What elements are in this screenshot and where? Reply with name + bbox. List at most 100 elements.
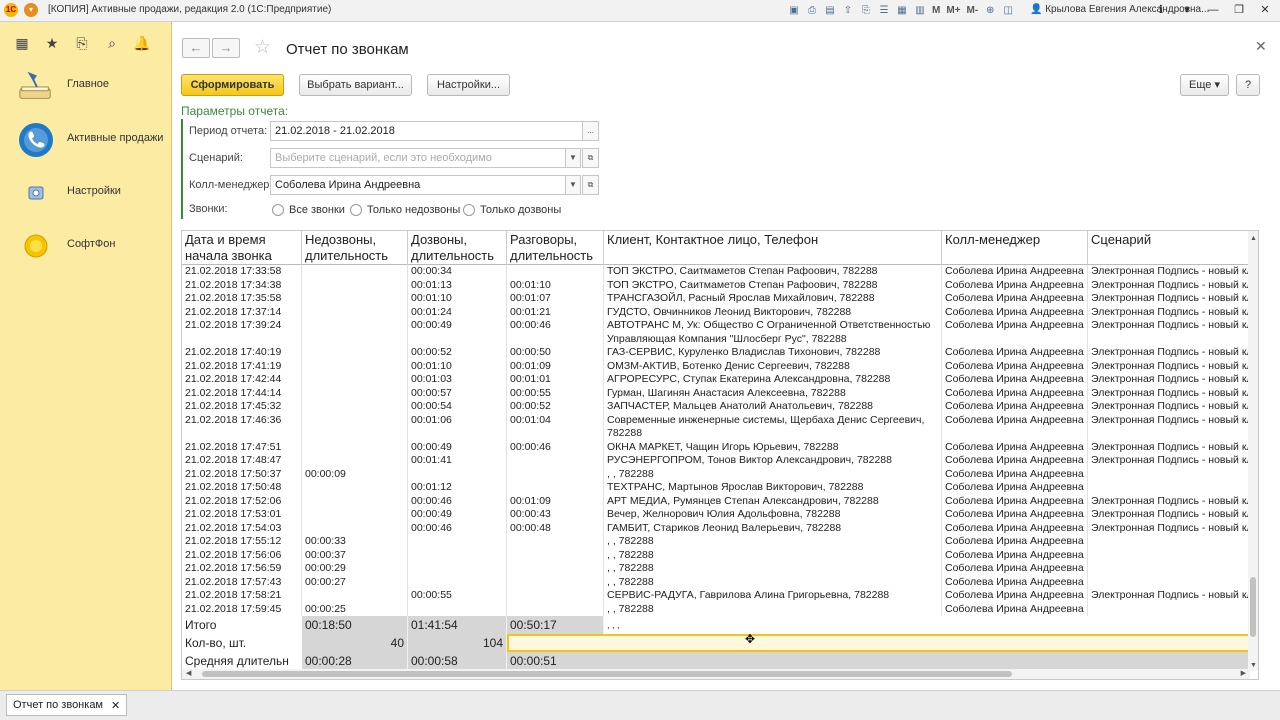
- cell-missed[interactable]: [302, 386, 408, 400]
- cell-reached[interactable]: 00:00:49: [408, 508, 507, 522]
- cell-reached[interactable]: [408, 548, 507, 562]
- total-talk[interactable]: 00:50:17: [507, 616, 604, 634]
- cell-scenario[interactable]: [1088, 562, 1250, 576]
- cell-client[interactable]: , , 782288: [604, 467, 942, 481]
- sidebar-item-main[interactable]: Главное: [0, 66, 172, 106]
- table-row[interactable]: 21.02.2018 17:46:36 00:01:06 00:01:04 Совре…: [182, 413, 1250, 441]
- manager-field[interactable]: Соболева Ирина Андреевна: [270, 175, 566, 195]
- cell-manager[interactable]: Соболева Ирина Андреевна: [942, 589, 1088, 603]
- cell-client[interactable]: , , 782288: [604, 535, 942, 549]
- cell-manager[interactable]: Соболева Ирина Андреевна: [942, 535, 1088, 549]
- count-missed[interactable]: 40: [302, 634, 408, 652]
- table-row[interactable]: 21.02.2018 17:55:12 00:00:33 , , 782288 Соб…: [182, 535, 1250, 549]
- cell-missed[interactable]: [302, 359, 408, 373]
- table-row[interactable]: 21.02.2018 17:41:19 00:01:10 00:01:09 ОМЗМ-…: [182, 359, 1250, 373]
- cell-date[interactable]: 21.02.2018 17:58:21: [182, 589, 302, 603]
- save-icon[interactable]: ▣: [786, 3, 802, 19]
- close-window-button[interactable]: ✕: [1256, 2, 1274, 18]
- selected-cell[interactable]: [507, 634, 1250, 652]
- cell-reached[interactable]: 00:00:57: [408, 386, 507, 400]
- cell-date[interactable]: 21.02.2018 17:34:38: [182, 278, 302, 292]
- cell-talk[interactable]: 00:00:55: [507, 386, 604, 400]
- main-menu-icon[interactable]: ▾: [24, 3, 38, 17]
- cell-talk[interactable]: [507, 589, 604, 603]
- cell-missed[interactable]: 00:00:25: [302, 602, 408, 616]
- help-button[interactable]: ?: [1236, 74, 1260, 96]
- scroll-up-icon[interactable]: ▲: [1250, 235, 1257, 242]
- cell-scenario[interactable]: Электронная Подпись - новый кл: [1088, 521, 1250, 535]
- cell-date[interactable]: 21.02.2018 17:37:14: [182, 305, 302, 319]
- cell-client[interactable]: ТРАНСГАЗОЙЛ, Расный Ярослав Михайлович, …: [604, 292, 942, 306]
- cell-client[interactable]: АВТОТРАНС М, Ук: Общество С Ограниченной…: [604, 319, 942, 346]
- cell-manager[interactable]: Соболева Ирина Андреевна: [942, 562, 1088, 576]
- cell-client[interactable]: , , 782288: [604, 575, 942, 589]
- cell-missed[interactable]: [302, 481, 408, 495]
- cell-reached[interactable]: 00:00:46: [408, 494, 507, 508]
- manager-open-icon[interactable]: ⧉: [582, 175, 599, 195]
- cell-client[interactable]: Вечер, Желнорович Юлия Адольфовна, 78228…: [604, 508, 942, 522]
- cell-date[interactable]: 21.02.2018 17:33:58: [182, 265, 302, 279]
- cell-missed[interactable]: [302, 589, 408, 603]
- table-row[interactable]: 21.02.2018 17:40:19 00:00:52 00:00:50 ГАЗ-С…: [182, 346, 1250, 360]
- cell-date[interactable]: 21.02.2018 17:39:24: [182, 319, 302, 346]
- cell-reached[interactable]: 00:00:46: [408, 521, 507, 535]
- cell-missed[interactable]: [302, 508, 408, 522]
- cell-talk[interactable]: 00:01:21: [507, 305, 604, 319]
- forward-button[interactable]: →: [212, 38, 240, 58]
- horizontal-scroll-thumb[interactable]: [202, 671, 1012, 677]
- cell-date[interactable]: 21.02.2018 17:57:43: [182, 575, 302, 589]
- cell-client[interactable]: ОМЗМ-АКТИВ, Ботенко Денис Сергеевич, 782…: [604, 359, 942, 373]
- sidebar-item-softphone[interactable]: СофтФон: [0, 226, 172, 266]
- cell-reached[interactable]: 00:01:41: [408, 454, 507, 468]
- table-row[interactable]: 21.02.2018 17:56:59 00:00:29 , , 782288 Соб…: [182, 562, 1250, 576]
- info-icon[interactable]: ℹ: [1152, 2, 1170, 18]
- choose-variant-button[interactable]: Выбрать вариант...: [299, 74, 412, 96]
- cell-scenario[interactable]: [1088, 481, 1250, 495]
- cell-missed[interactable]: 00:00:37: [302, 548, 408, 562]
- table-row[interactable]: 21.02.2018 17:48:47 00:01:41 РУСЭНЕРГОПРОМ…: [182, 454, 1250, 468]
- cell-client[interactable]: ГУДСТО, Овчинников Леонид Викторович, 78…: [604, 305, 942, 319]
- cell-client[interactable]: Гурман, Шагинян Анастасия Алексеевна, 78…: [604, 386, 942, 400]
- vertical-scrollbar[interactable]: ▲ ▼: [1248, 231, 1258, 671]
- cell-talk[interactable]: 00:00:43: [507, 508, 604, 522]
- cell-reached[interactable]: 00:00:49: [408, 440, 507, 454]
- radio-missed-only[interactable]: Только недозвоны: [350, 203, 460, 217]
- cell-talk[interactable]: 00:01:09: [507, 359, 604, 373]
- cell-reached[interactable]: 00:00:54: [408, 400, 507, 414]
- cell-talk[interactable]: [507, 535, 604, 549]
- upload-icon[interactable]: ⇧: [840, 3, 856, 19]
- cell-talk[interactable]: 00:00:52: [507, 400, 604, 414]
- cell-date[interactable]: 21.02.2018 17:53:01: [182, 508, 302, 522]
- cell-scenario[interactable]: [1088, 602, 1250, 616]
- cell-reached[interactable]: [408, 562, 507, 576]
- table-row[interactable]: 21.02.2018 17:56:06 00:00:37 , , 782288 Соб…: [182, 548, 1250, 562]
- cell-manager[interactable]: Соболева Ирина Андреевна: [942, 292, 1088, 306]
- vertical-scroll-thumb[interactable]: [1250, 577, 1256, 637]
- cell-manager[interactable]: Соболева Ирина Андреевна: [942, 319, 1088, 346]
- cell-scenario[interactable]: Электронная Подпись - новый кл: [1088, 319, 1250, 346]
- cell-client[interactable]: ТОП ЭКСТРО, Саитмаметов Степан Рафоович,…: [604, 265, 942, 279]
- cell-missed[interactable]: 00:00:09: [302, 467, 408, 481]
- cell-client[interactable]: ЗАПЧАСТЕР, Мальцев Анатолий Анатольевич,…: [604, 400, 942, 414]
- cell-client[interactable]: Современные инженерные системы, Щербаха …: [604, 413, 942, 441]
- cell-talk[interactable]: 00:01:04: [507, 413, 604, 441]
- cell-manager[interactable]: Соболева Ирина Андреевна: [942, 278, 1088, 292]
- history-icon[interactable]: ⎘: [72, 34, 92, 52]
- horizontal-scrollbar[interactable]: ◀ ▶: [182, 669, 1250, 679]
- cell-reached[interactable]: 00:00:49: [408, 319, 507, 346]
- cell-manager[interactable]: Соболева Ирина Андреевна: [942, 346, 1088, 360]
- cell-client[interactable]: АГРОРЕСУРС, Ступак Екатерина Александров…: [604, 373, 942, 387]
- cell-date[interactable]: 21.02.2018 17:47:51: [182, 440, 302, 454]
- sidebar-item-active-sales[interactable]: Активные продажи: [0, 120, 172, 160]
- radio-reached-only[interactable]: Только дозвоны: [463, 203, 561, 217]
- table-row[interactable]: 21.02.2018 17:42:44 00:01:03 00:01:01 АГРОР…: [182, 373, 1250, 387]
- open-window-tab[interactable]: Отчет по звонкам ✕: [6, 694, 128, 716]
- cell-client[interactable]: СЕРВИС-РАДУГА, Гаврилова Алина Григорьев…: [604, 589, 942, 603]
- cell-scenario[interactable]: Электронная Подпись - новый кл: [1088, 440, 1250, 454]
- cell-missed[interactable]: [302, 265, 408, 279]
- avg-missed[interactable]: 00:00:28: [302, 652, 408, 670]
- period-field[interactable]: 21.02.2018 - 21.02.2018: [270, 121, 583, 141]
- cell-missed[interactable]: [302, 440, 408, 454]
- avg-reached[interactable]: 00:00:58: [408, 652, 507, 670]
- table-row[interactable]: 21.02.2018 17:39:24 00:00:49 00:00:46 АВТОТ…: [182, 319, 1250, 346]
